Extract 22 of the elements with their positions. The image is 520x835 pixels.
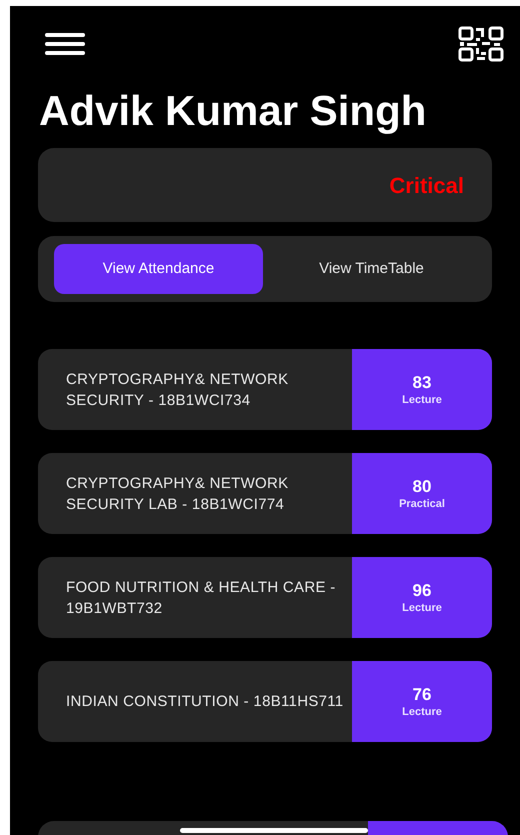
class-type: Lecture [402,600,442,614]
course-name: FOOD NUTRITION & HEALTH CARE - 19B1WBT732 [65,578,337,618]
tab[interactable]: View TimeTable [267,244,476,294]
student-name: Advik Kumar Singh [39,86,428,136]
attendance-percent: 76 [412,684,432,704]
course-card[interactable]: CRYPTOGRAPHY& NETWORK SECURITY LAB - 18B1WCI774 80 Practical [38,453,492,534]
attendance-percent: 96 [412,580,432,600]
course-card[interactable]: CRYPTOGRAPHY& NETWORK SECURITY - 18B1WCI734 83 Lecture [38,349,492,430]
course-name: INDIAN CONSTITUTION - 18B11HS711 [65,692,344,712]
course-name: CRYPTOGRAPHY& NETWORK SECURITY - 18B1WCI734 [65,370,290,410]
course-name: CRYPTOGRAPHY& NETWORK SECURITY LAB - 18B1WCI774 [65,474,290,514]
class-type: Lecture [402,704,442,718]
class-type: Lecture [402,392,442,406]
menu-icon[interactable] [45,33,85,55]
course-card[interactable]: FOOD NUTRITION & HEALTH CARE - 19B1WBT732 96 Lecture [38,557,492,638]
class-type: Practical [399,496,445,510]
qr-code-icon[interactable] [458,26,504,62]
attendance-percent: 83 [412,372,432,392]
course-card[interactable]: INDIAN CONSTITUTION - 18B11HS711 76 Lecture [38,661,492,742]
tab[interactable]: View Attendance [54,244,263,294]
status-label: Critical [389,172,464,200]
attendance-percent: 80 [412,476,432,496]
